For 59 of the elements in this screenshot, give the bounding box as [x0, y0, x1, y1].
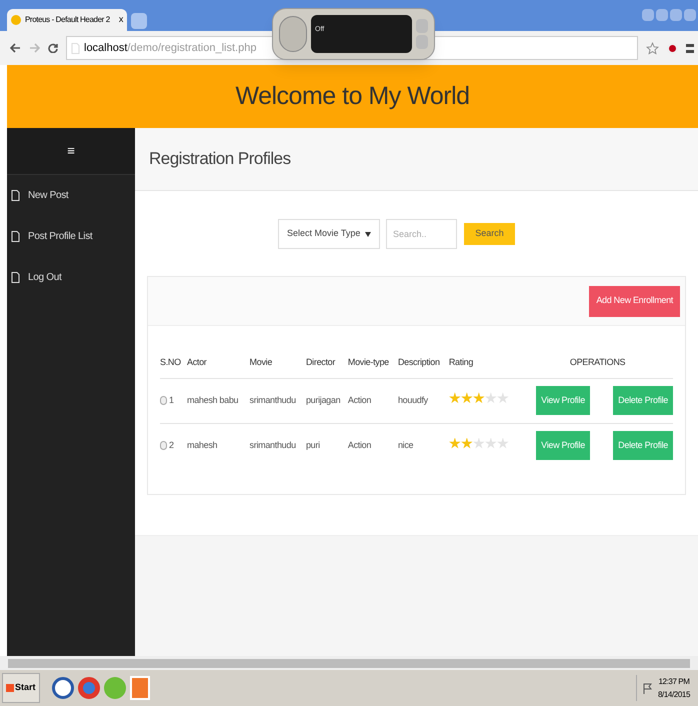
- tab-title: Proteus - Default Header 2: [25, 14, 110, 26]
- new-tab-button[interactable]: [131, 13, 147, 29]
- column-header: Movie: [250, 357, 272, 367]
- start-button[interactable]: Start: [2, 673, 40, 703]
- flag-icon[interactable]: [643, 682, 652, 694]
- table-cell: Action: [348, 394, 372, 405]
- url-text: localhost/demo/registration_list.php: [84, 40, 256, 56]
- caret-icon: [365, 232, 371, 236]
- horizontal-scrollbar[interactable]: [0, 656, 698, 670]
- favicon-icon: [11, 15, 21, 25]
- menu-toggle[interactable]: ≡: [67, 141, 75, 161]
- user-button[interactable]: [642, 9, 654, 21]
- table-cell: srimanthudu: [250, 394, 296, 405]
- table-cell: purijagan: [306, 394, 340, 405]
- movie-type-select[interactable]: Select Movie Type: [278, 219, 380, 249]
- table-cell: houudfy: [398, 394, 428, 405]
- add-enrollment-button[interactable]: Add New Enrollment: [589, 286, 680, 316]
- windows-logo-icon: [6, 684, 14, 692]
- sidebar-item[interactable]: Post Profile List: [7, 216, 135, 257]
- document-icon: [11, 190, 20, 201]
- column-header: Director: [306, 357, 336, 367]
- column-header: Description: [398, 357, 440, 367]
- page-title: Registration Profiles: [149, 148, 291, 170]
- star-icon[interactable]: [646, 42, 659, 54]
- row-checkbox[interactable]: [160, 441, 167, 450]
- document-icon: [71, 42, 80, 54]
- column-header: Rating: [448, 357, 474, 367]
- document-icon: [11, 272, 20, 283]
- clock-date: 8/14/2015: [658, 689, 690, 701]
- tab-close[interactable]: x: [118, 13, 123, 27]
- minimize-button[interactable]: [656, 9, 668, 21]
- record-icon[interactable]: [667, 42, 678, 54]
- sidebar-item[interactable]: New Post: [7, 175, 135, 216]
- search-button[interactable]: Search: [464, 223, 515, 245]
- table-cell-text: 1: [169, 394, 174, 407]
- table-cell-text: 2: [169, 439, 174, 452]
- maximize-button[interactable]: [670, 9, 682, 21]
- back-icon[interactable]: [10, 43, 21, 53]
- column-header: OPERATIONS: [570, 357, 626, 367]
- table-cell: nice: [398, 440, 414, 450]
- row-checkbox[interactable]: [160, 396, 167, 405]
- column-header: Movie-type: [348, 357, 389, 367]
- table-cell: puri: [306, 440, 320, 450]
- table-cell: mahesh: [187, 440, 218, 450]
- search-field[interactable]: Search..: [386, 219, 457, 249]
- browser-tab[interactable]: Proteus - Default Header 2 x: [7, 9, 127, 31]
- clock-time: 12:37 PM: [658, 676, 690, 688]
- table-cell: mahesh babu: [187, 394, 238, 405]
- forward-icon[interactable]: [29, 43, 40, 53]
- header-title: Welcome to My World: [235, 80, 470, 112]
- table-cell: srimanthudu: [250, 440, 296, 450]
- column-header: S.NO: [160, 357, 181, 367]
- close-button[interactable]: [684, 9, 696, 21]
- table-cell: Action: [348, 440, 372, 450]
- document-icon: [11, 231, 20, 242]
- sidebar-item[interactable]: Log Out: [7, 257, 135, 298]
- reload-icon[interactable]: [48, 43, 58, 53]
- column-header: Actor: [187, 357, 207, 367]
- menu-icon[interactable]: [686, 44, 694, 52]
